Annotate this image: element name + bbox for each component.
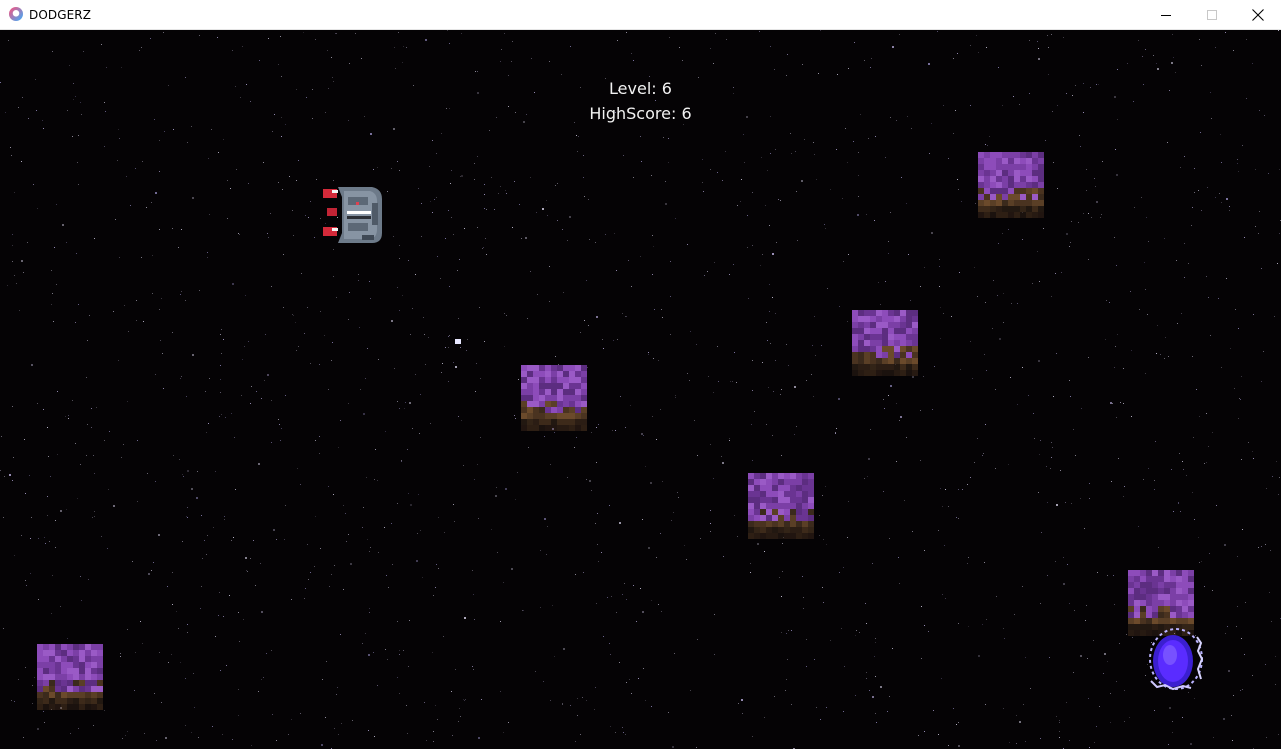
highscore-label: HighScore: 6 [589, 104, 692, 123]
maximize-icon [1207, 10, 1217, 20]
close-icon [1252, 9, 1264, 21]
asteroid [37, 644, 103, 710]
level-label: Level: 6 [609, 79, 672, 98]
asteroid [852, 310, 918, 376]
asteroid [748, 473, 814, 539]
player-spaceship [322, 183, 384, 246]
title-bar[interactable]: DODGERZ [0, 0, 1281, 30]
asteroid [978, 152, 1044, 218]
bullet-projectile [455, 339, 461, 344]
close-button[interactable] [1235, 0, 1281, 30]
game-window: DODGERZ Level: 6 HighScore: 6 [0, 0, 1281, 749]
exit-portal [1143, 607, 1209, 693]
window-title: DODGERZ [29, 8, 92, 22]
starfield-background [0, 30, 1281, 749]
asteroid [521, 365, 587, 431]
game-canvas[interactable]: Level: 6 HighScore: 6 [0, 30, 1281, 749]
maximize-button[interactable] [1189, 0, 1235, 30]
minimize-button[interactable] [1143, 0, 1189, 30]
minimize-icon [1161, 15, 1171, 16]
app-logo-icon [9, 7, 23, 21]
